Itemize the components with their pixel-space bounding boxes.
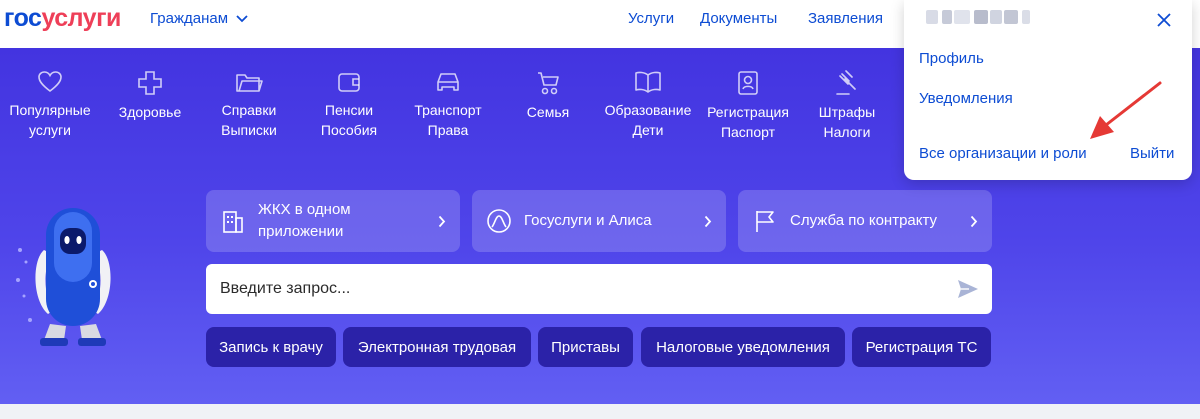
category-label: Семья xyxy=(526,104,570,120)
category-pensions[interactable]: Пенсии Пособия xyxy=(301,70,397,140)
promo-label: Госуслуги и Алиса xyxy=(524,212,652,229)
category-health[interactable]: Здоровье xyxy=(102,70,198,122)
flag-icon xyxy=(756,211,774,232)
medical-cross-icon xyxy=(138,71,162,95)
category-education[interactable]: Образование Дети xyxy=(600,70,696,140)
close-icon[interactable] xyxy=(1156,12,1172,28)
category-registration[interactable]: Регистрация Паспорт xyxy=(700,70,796,142)
chevron-right-icon xyxy=(970,215,978,227)
category-popular[interactable]: Популярные услуги xyxy=(2,70,98,140)
category-label: Образование xyxy=(604,102,692,118)
promo-label-line1: ЖКХ в одном xyxy=(258,201,351,218)
quick-link-labor-book[interactable]: Электронная трудовая xyxy=(343,327,531,367)
audience-label: Гражданам xyxy=(150,10,229,27)
category-label: Здоровье xyxy=(118,104,182,120)
heart-icon xyxy=(38,71,62,93)
category-label: Пенсии xyxy=(324,102,374,118)
folder-icon xyxy=(236,74,263,92)
building-icon xyxy=(223,211,243,233)
car-icon xyxy=(437,73,459,91)
alice-icon xyxy=(487,209,511,233)
audience-selector[interactable]: Гражданам xyxy=(150,10,248,27)
annotation-arrow-icon xyxy=(1090,81,1162,139)
category-label: Транспорт xyxy=(414,102,482,118)
send-icon[interactable] xyxy=(956,277,980,301)
chevron-right-icon xyxy=(438,215,446,227)
promo-card-zhkh[interactable]: ЖКХ в одном приложении xyxy=(206,190,460,252)
promo-label: ЖКХ в одном приложении xyxy=(258,199,438,243)
promo-label-line2: приложении xyxy=(258,223,344,240)
menu-item-notifications[interactable]: Уведомления xyxy=(919,90,1013,107)
category-label: Штрафы xyxy=(818,104,876,120)
quick-link-tax-notices[interactable]: Налоговые уведомления xyxy=(641,327,845,367)
quick-link-doctor[interactable]: Запись к врачу xyxy=(206,327,336,367)
gosuslugi-logo[interactable]: госуслуги xyxy=(4,4,121,33)
promo-card-contract-service[interactable]: Служба по контракту xyxy=(738,190,992,252)
logo-part-uslugi: услуги xyxy=(41,4,121,32)
quick-link-vehicle-registration[interactable]: Регистрация ТС xyxy=(852,327,991,367)
category-sublabel: услуги xyxy=(29,122,71,138)
category-sublabel: Дети xyxy=(632,122,664,138)
category-sublabel: Паспорт xyxy=(720,124,776,140)
menu-item-logout[interactable]: Выйти xyxy=(1130,145,1174,162)
promo-card-alice[interactable]: Госуслуги и Алиса xyxy=(472,190,726,252)
nav-services[interactable]: Услуги xyxy=(628,10,674,27)
search-bar xyxy=(206,264,992,314)
menu-item-organizations[interactable]: Все организации и роли xyxy=(919,145,1087,162)
category-family[interactable]: Семья xyxy=(500,70,596,122)
menu-item-profile[interactable]: Профиль xyxy=(919,50,984,67)
wallet-icon xyxy=(338,73,360,92)
category-sublabel: Налоги xyxy=(823,124,871,140)
gavel-icon xyxy=(836,70,856,95)
nav-documents[interactable]: Документы xyxy=(700,10,777,27)
promo-label: Служба по контракту xyxy=(790,212,938,229)
search-input[interactable] xyxy=(220,264,940,314)
category-sublabel: Выписки xyxy=(221,122,277,138)
stroller-icon xyxy=(538,72,559,95)
quick-link-bailiffs[interactable]: Приставы xyxy=(538,327,633,367)
category-label: Справки xyxy=(221,102,277,118)
category-certificates[interactable]: Справки Выписки xyxy=(201,70,297,140)
category-transport[interactable]: Транспорт Права xyxy=(400,70,496,140)
passport-icon xyxy=(738,71,758,95)
chevron-right-icon xyxy=(704,215,712,227)
chevron-down-icon xyxy=(236,14,248,22)
category-label: Регистрация xyxy=(707,104,789,120)
page-content-edge xyxy=(0,404,1200,419)
category-sublabel: Права xyxy=(427,122,469,138)
category-label: Популярные xyxy=(9,102,91,118)
nav-applications[interactable]: Заявления xyxy=(808,10,883,27)
logo-part-gos: гос xyxy=(4,4,42,32)
robot-mascot-image xyxy=(16,208,111,346)
category-fines[interactable]: Штрафы Налоги xyxy=(799,70,895,142)
category-sublabel: Пособия xyxy=(320,122,378,138)
book-icon xyxy=(635,71,661,93)
